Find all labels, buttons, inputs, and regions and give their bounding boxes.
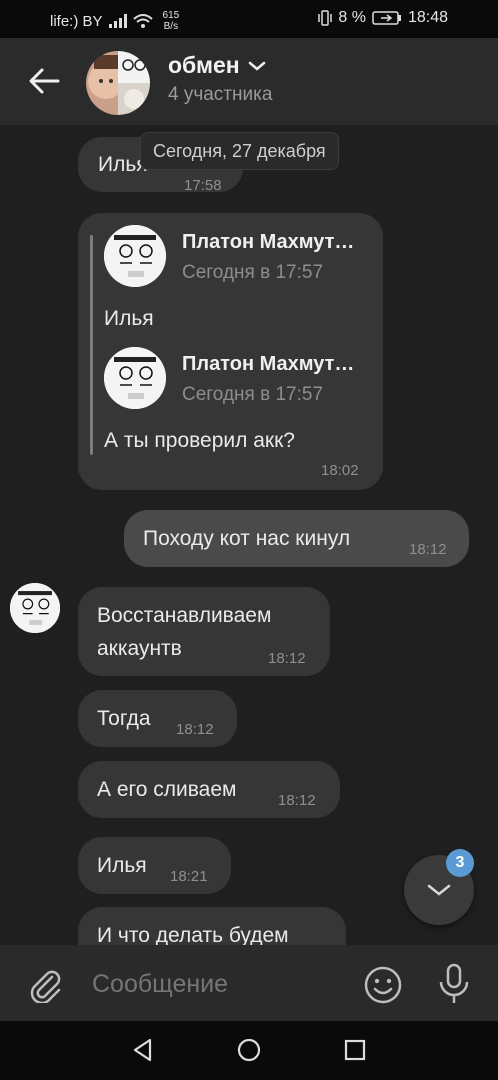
forwarded-text: А ты проверил акк? [104, 429, 295, 452]
vibrate-icon [318, 10, 333, 26]
message-bubble[interactable]: И что делать будем [78, 907, 346, 945]
chat-title[interactable]: обмен [168, 52, 266, 79]
emoji-button[interactable] [363, 965, 403, 1005]
message-composer [0, 945, 498, 1021]
nav-home-button[interactable] [236, 1037, 262, 1063]
date-label: Сегодня, 27 декабря [140, 132, 339, 170]
signal-icon [108, 14, 127, 28]
carrier-label: life:) BY [50, 12, 103, 30]
message-time: 17:58 [184, 177, 222, 194]
message-time: 18:12 [278, 792, 316, 809]
nav-back-icon [133, 1038, 152, 1062]
net-speed-value: 615 [162, 10, 180, 21]
status-bar: life:) BY 615 B/s 8 % 18:48 [0, 0, 498, 38]
message-bubble[interactable]: Восстанавливаем аккаунтв 18:12 [78, 587, 330, 676]
voice-message-button[interactable] [437, 963, 471, 1005]
group-avatar[interactable] [86, 51, 150, 115]
message-text: Тогда [97, 707, 151, 730]
microphone-icon [439, 963, 469, 1003]
message-text: Походу кот нас кинул [143, 527, 351, 550]
clock: 18:48 [407, 9, 448, 26]
forwarded-date: Сегодня в 17:57 [182, 384, 324, 405]
message-text-line2: аккаунтв [97, 637, 182, 660]
status-left: life:) BY 615 B/s [50, 10, 179, 32]
system-navigation-bar [0, 1021, 498, 1080]
message-bubble[interactable]: Илья 18:21 [78, 837, 231, 894]
forwarded-sender-name[interactable]: Платон Махмут… [182, 231, 354, 254]
avatar[interactable] [10, 583, 60, 633]
message-time: 18:12 [409, 541, 447, 558]
forwarded-date: Сегодня в 17:57 [182, 262, 324, 283]
chat-subtitle: 4 участника [168, 84, 273, 105]
battery-percent: 8 % [338, 9, 366, 26]
sender-avatar-image [104, 347, 166, 409]
outgoing-message-bubble[interactable]: Походу кот нас кинул 18:12 [124, 510, 469, 567]
message-time: 18:21 [170, 868, 208, 885]
wifi-icon [132, 14, 153, 28]
sender-avatar-image [104, 225, 166, 287]
message-text: А его сливаем [97, 778, 237, 801]
paperclip-icon [30, 970, 61, 1005]
forwarded-sender-name[interactable]: Платон Махмут… [182, 353, 354, 376]
forwarded-text: Илья [104, 307, 154, 330]
avatar[interactable] [104, 225, 166, 287]
chat-header: обмен 4 участника [0, 38, 498, 125]
nav-home-icon [237, 1038, 261, 1062]
back-button[interactable] [24, 63, 64, 99]
message-bubble[interactable]: А его сливаем 18:12 [78, 761, 340, 818]
avatar[interactable] [104, 347, 166, 409]
message-text: И что делать будем [97, 924, 289, 945]
status-right: 8 % 18:48 [318, 9, 448, 27]
emoji-icon [364, 966, 402, 1004]
message-bubble[interactable]: Тогда 18:12 [78, 690, 237, 747]
net-speed-unit: B/s [163, 21, 179, 32]
net-speed: 615 B/s [163, 10, 180, 32]
forward-indicator-line [90, 235, 93, 455]
nav-back-button[interactable] [130, 1037, 156, 1063]
nav-recents-icon [344, 1039, 366, 1061]
message-text-line1: Восстанавливаем [97, 604, 272, 627]
battery-icon [372, 11, 401, 25]
message-time: 18:02 [321, 462, 359, 479]
nav-recents-button[interactable] [342, 1037, 368, 1063]
message-input[interactable] [90, 969, 354, 1000]
back-arrow-icon [29, 68, 60, 94]
message-text: Илья [97, 854, 147, 877]
sender-avatar-image [10, 583, 60, 633]
message-list[interactable]: Илья 17:58 Сегодня, 27 декабря Платон Ма… [0, 125, 498, 945]
chevron-down-icon [427, 884, 451, 896]
message-time: 18:12 [268, 650, 306, 667]
unread-count-badge: 3 [446, 849, 474, 877]
chat-title-text: обмен [168, 52, 240, 78]
group-avatar-image [86, 51, 150, 115]
chevron-down-icon[interactable] [248, 60, 266, 72]
attach-button[interactable] [26, 965, 64, 1005]
message-time: 18:12 [176, 721, 214, 738]
